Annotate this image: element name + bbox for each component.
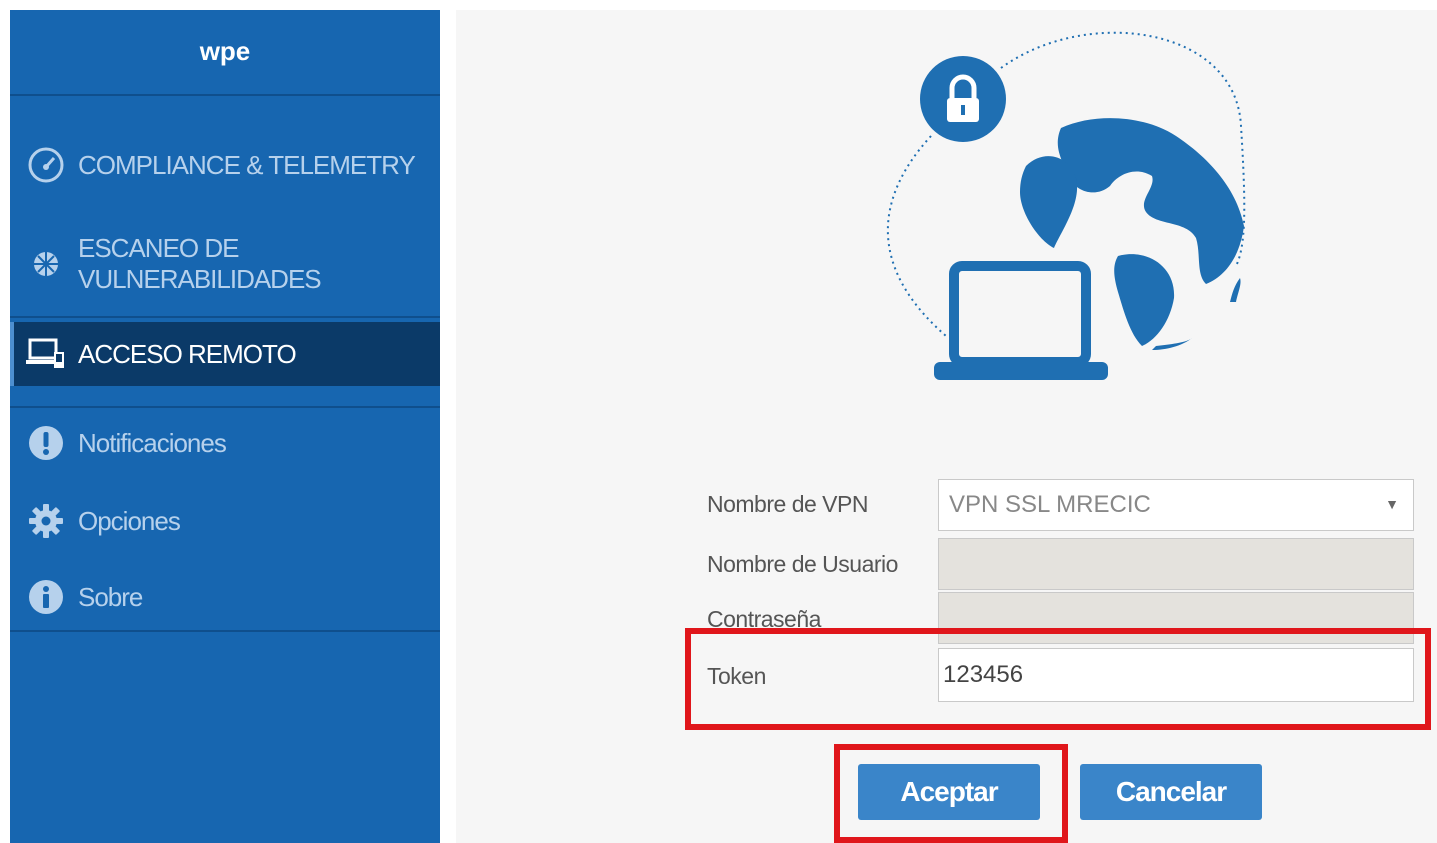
vpn-globe-laptop-illustration bbox=[886, 31, 1246, 380]
vpn-name-select[interactable]: VPN SSL MRECIC ▼ bbox=[938, 479, 1414, 531]
sidebar-item-label: ACCESO REMOTO bbox=[78, 338, 297, 369]
username-field[interactable] bbox=[938, 538, 1414, 590]
left-edge bbox=[0, 0, 10, 843]
speedometer-icon bbox=[26, 145, 66, 185]
info-icon bbox=[26, 577, 66, 617]
gear-icon bbox=[26, 501, 66, 541]
accept-button[interactable]: Aceptar bbox=[858, 764, 1040, 820]
sidebar-item-options[interactable]: Opciones bbox=[10, 498, 440, 544]
remote-access-icon bbox=[26, 334, 66, 374]
alert-icon bbox=[26, 423, 66, 463]
content-divider bbox=[440, 10, 456, 843]
sidebar-item-about[interactable]: Sobre bbox=[10, 574, 440, 620]
vpn-name-value: VPN SSL MRECIC bbox=[949, 491, 1151, 518]
bug-icon bbox=[26, 244, 66, 284]
sidebar-item-vulnerability-scan[interactable]: ESCANEO DE VULNERABILIDADES bbox=[10, 232, 440, 296]
sidebar-item-label-line2: VULNERABILIDADES bbox=[78, 264, 322, 294]
vpn-name-label: Nombre de VPN bbox=[707, 491, 868, 517]
sidebar-item-label: Notificaciones bbox=[78, 427, 227, 458]
sidebar-item-label: COMPLIANCE & TELEMETRY bbox=[78, 149, 416, 180]
sidebar-item-label-line1: ESCANEO DE bbox=[78, 233, 239, 263]
separator bbox=[10, 630, 440, 632]
laptop-icon bbox=[934, 261, 1108, 380]
username-label: Nombre de Usuario bbox=[707, 551, 898, 577]
lock-icon bbox=[920, 56, 1006, 142]
separator bbox=[10, 406, 440, 408]
sidebar-item-compliance-telemetry[interactable]: COMPLIANCE & TELEMETRY bbox=[10, 142, 440, 188]
token-label: Token bbox=[707, 663, 766, 689]
top-strip bbox=[0, 0, 1437, 10]
sidebar-item-label: Opciones bbox=[78, 505, 181, 536]
sidebar: wpe COMPLIANCE & TELEMETRY ESCANEO DE VU… bbox=[10, 10, 440, 843]
globe-icon bbox=[1020, 118, 1244, 350]
sidebar-item-label: Sobre bbox=[78, 581, 143, 612]
app-title: wpe bbox=[10, 10, 440, 96]
main-content: Nombre de VPN VPN SSL MRECIC ▼ Nombre de… bbox=[456, 10, 1437, 843]
sidebar-item-remote-access[interactable]: ACCESO REMOTO bbox=[10, 322, 440, 386]
sidebar-item-notifications[interactable]: Notificaciones bbox=[10, 420, 440, 466]
token-input[interactable] bbox=[938, 648, 1414, 702]
separator bbox=[10, 316, 440, 318]
chevron-down-icon: ▼ bbox=[1385, 496, 1399, 512]
cancel-button[interactable]: Cancelar bbox=[1080, 764, 1262, 820]
